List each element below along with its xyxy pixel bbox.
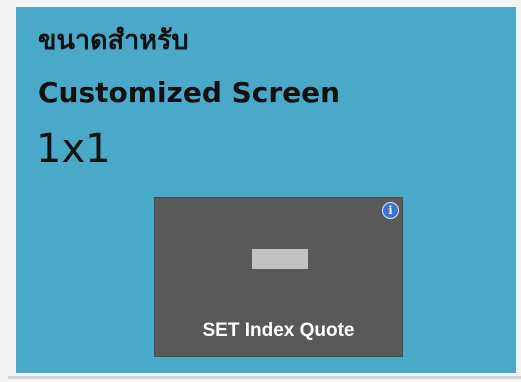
- card-title-thai: ขนาดสำหรับ: [38, 25, 189, 56]
- screen-size-card: ขนาดสำหรับ Customized Screen 1x1 i SET I…: [16, 7, 516, 373]
- widget-label: SET Index Quote: [202, 320, 355, 341]
- page-frame: ขนาดสำหรับ Customized Screen 1x1 i SET I…: [0, 0, 521, 382]
- set-index-quote-widget[interactable]: i SET Index Quote: [154, 197, 403, 357]
- info-icon[interactable]: i: [382, 202, 399, 219]
- widget-preview-placeholder: [252, 249, 308, 269]
- size-label: 1x1: [36, 126, 111, 172]
- card-title-english: Customized Screen: [38, 76, 341, 109]
- divider: [8, 376, 521, 379]
